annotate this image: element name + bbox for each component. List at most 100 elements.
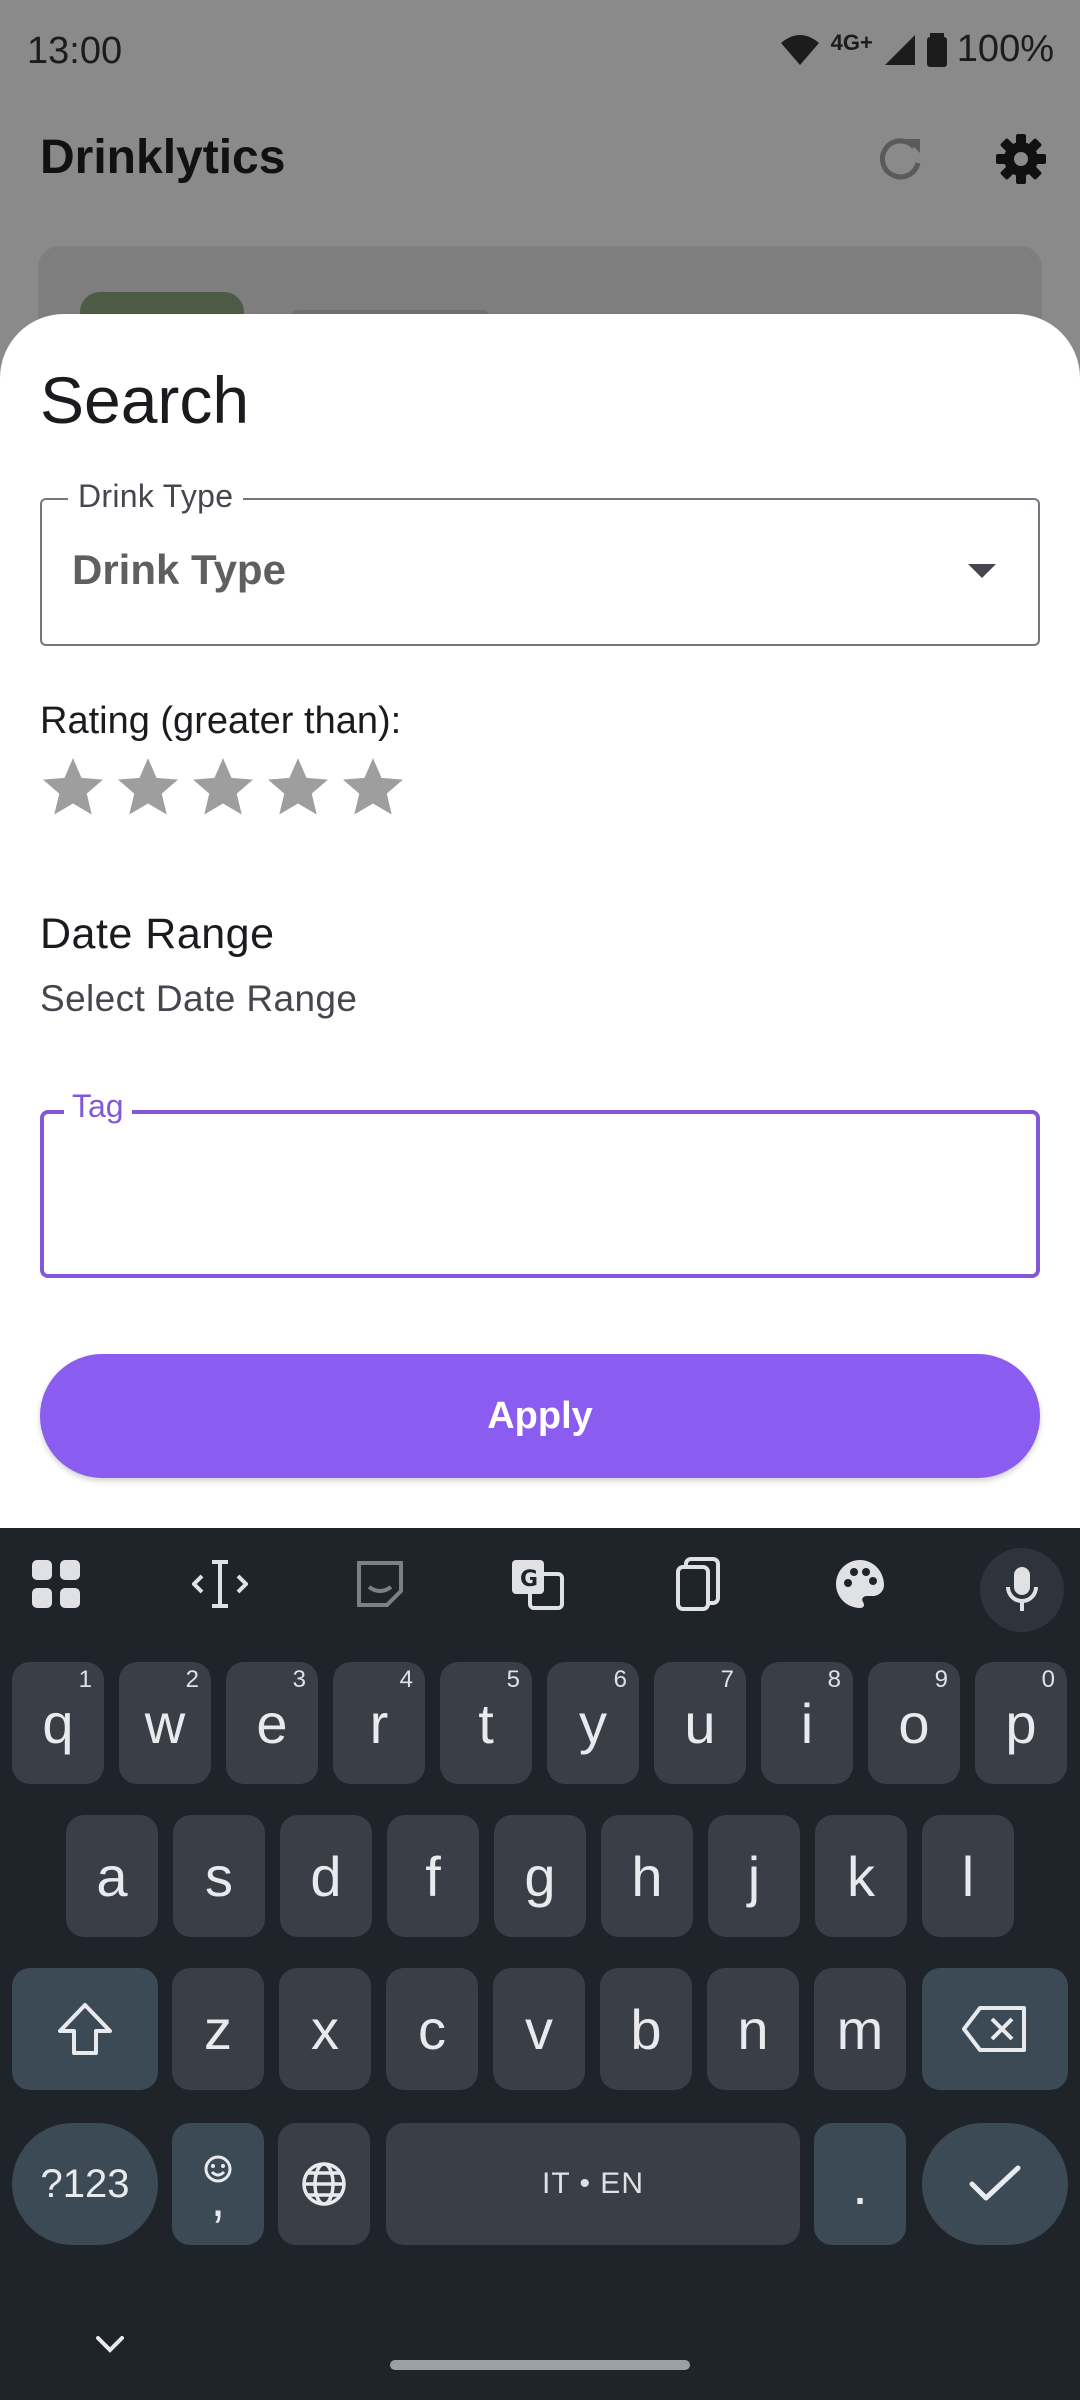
key-label: g bbox=[524, 1844, 556, 1908]
date-range-title[interactable]: Date Range bbox=[40, 910, 275, 959]
status-icons: 4G+ 100% bbox=[779, 28, 1054, 71]
battery-level: 100% bbox=[956, 28, 1054, 70]
key-hint: 6 bbox=[613, 1666, 627, 1693]
date-range-subtitle[interactable]: Select Date Range bbox=[40, 978, 357, 1020]
key-hint: 1 bbox=[78, 1666, 92, 1693]
key-l[interactable]: l bbox=[922, 1815, 1014, 1937]
star-icon-3[interactable] bbox=[190, 754, 256, 820]
key-label: m bbox=[836, 1997, 884, 2061]
gear-icon[interactable] bbox=[994, 132, 1048, 186]
on-screen-keyboard: G ?123 , IT • EN . q 1 w 2 e 3 r 4 t 5 y… bbox=[0, 1528, 1080, 2400]
key-hint: 8 bbox=[827, 1666, 841, 1693]
key-label: s bbox=[205, 1844, 233, 1908]
microphone-icon[interactable] bbox=[980, 1548, 1064, 1632]
key-o[interactable]: o9 bbox=[868, 1662, 960, 1784]
done-key[interactable] bbox=[922, 2123, 1068, 2245]
chevron-down-icon[interactable] bbox=[92, 2332, 128, 2356]
drink-type-dropdown[interactable]: Drink Type Drink Type bbox=[40, 478, 1040, 646]
key-v[interactable]: v bbox=[493, 1968, 585, 2090]
symbols-key[interactable]: ?123 bbox=[12, 2123, 158, 2245]
key-label: y bbox=[579, 1691, 607, 1755]
space-key[interactable]: IT • EN bbox=[386, 2123, 800, 2245]
sticker-icon[interactable] bbox=[350, 1554, 410, 1614]
key-u[interactable]: u7 bbox=[654, 1662, 746, 1784]
key-y[interactable]: y6 bbox=[547, 1662, 639, 1784]
key-f[interactable]: f bbox=[387, 1815, 479, 1937]
key-label: j bbox=[747, 1844, 761, 1908]
backspace-key[interactable] bbox=[922, 1968, 1068, 2090]
language-key[interactable] bbox=[278, 2123, 370, 2245]
drink-type-value: Drink Type bbox=[72, 546, 286, 593]
rating-label: Rating (greater than): bbox=[40, 700, 402, 742]
key-z[interactable]: z bbox=[172, 1968, 264, 2090]
key-label: h bbox=[631, 1844, 663, 1908]
check-icon bbox=[969, 2165, 1021, 2201]
key-label: l bbox=[961, 1844, 975, 1908]
key-i[interactable]: i8 bbox=[761, 1662, 853, 1784]
key-c[interactable]: c bbox=[386, 1968, 478, 2090]
gesture-nav-handle[interactable] bbox=[390, 2360, 690, 2370]
key-label: p bbox=[1005, 1691, 1037, 1755]
key-p[interactable]: p0 bbox=[975, 1662, 1067, 1784]
keyboard-toolbar: G bbox=[0, 1528, 1080, 1638]
space-key-label: IT • EN bbox=[542, 2167, 644, 2200]
screen: 13:00 4G+ 100% Drinklytics Search Drink … bbox=[0, 0, 1080, 2400]
refresh-icon[interactable] bbox=[874, 133, 926, 185]
key-label: b bbox=[630, 1997, 662, 2061]
star-icon-4[interactable] bbox=[265, 754, 331, 820]
translate-icon[interactable]: G bbox=[508, 1554, 568, 1614]
apply-button[interactable]: Apply bbox=[40, 1354, 1040, 1478]
key-t[interactable]: t5 bbox=[440, 1662, 532, 1784]
star-icon-5[interactable] bbox=[340, 754, 406, 820]
key-s[interactable]: s bbox=[173, 1815, 265, 1937]
text-cursor-icon[interactable] bbox=[190, 1554, 250, 1614]
dropdown-arrow-icon bbox=[968, 564, 996, 578]
key-hint: 9 bbox=[934, 1666, 948, 1693]
key-label: r bbox=[369, 1691, 389, 1755]
star-icon-1[interactable] bbox=[40, 754, 106, 820]
key-n[interactable]: n bbox=[707, 1968, 799, 2090]
key-d[interactable]: d bbox=[280, 1815, 372, 1937]
signal-icon bbox=[884, 34, 915, 65]
key-label: d bbox=[310, 1844, 342, 1908]
tag-label: Tag bbox=[64, 1088, 132, 1125]
key-label: z bbox=[204, 1997, 232, 2061]
key-q[interactable]: q1 bbox=[12, 1662, 104, 1784]
key-g[interactable]: g bbox=[494, 1815, 586, 1937]
shift-key[interactable] bbox=[12, 1968, 158, 2090]
key-h[interactable]: h bbox=[601, 1815, 693, 1937]
drink-type-label: Drink Type bbox=[68, 478, 244, 515]
svg-text:G: G bbox=[520, 1567, 538, 1592]
clipboard-icon[interactable] bbox=[668, 1554, 728, 1614]
globe-icon bbox=[302, 2162, 346, 2206]
network-type: 4G+ bbox=[830, 29, 873, 55]
key-x[interactable]: x bbox=[279, 1968, 371, 2090]
key-r[interactable]: r4 bbox=[333, 1662, 425, 1784]
key-label: k bbox=[847, 1844, 875, 1908]
status-time: 13:00 bbox=[27, 30, 123, 72]
palette-icon[interactable] bbox=[830, 1554, 890, 1614]
emoji-comma-key[interactable]: , bbox=[172, 2123, 264, 2245]
key-label: w bbox=[144, 1691, 186, 1755]
key-b[interactable]: b bbox=[600, 1968, 692, 2090]
sheet-title: Search bbox=[40, 363, 250, 437]
tag-input[interactable]: Tag bbox=[40, 1088, 1040, 1278]
key-hint: 5 bbox=[506, 1666, 520, 1693]
search-sheet: Search Drink Type Drink Type Rating (gre… bbox=[0, 314, 1080, 1534]
key-label: c bbox=[418, 1997, 446, 2061]
key-j[interactable]: j bbox=[708, 1815, 800, 1937]
key-label: e bbox=[256, 1691, 288, 1755]
key-e[interactable]: e3 bbox=[226, 1662, 318, 1784]
star-icon-2[interactable] bbox=[115, 754, 181, 820]
key-label: i bbox=[800, 1691, 814, 1755]
key-a[interactable]: a bbox=[66, 1815, 158, 1937]
key-m[interactable]: m bbox=[814, 1968, 906, 2090]
battery-icon bbox=[926, 32, 947, 67]
key-hint: 3 bbox=[292, 1666, 306, 1693]
key-w[interactable]: w2 bbox=[119, 1662, 211, 1784]
period-key[interactable]: . bbox=[814, 2123, 906, 2245]
apps-grid-icon[interactable] bbox=[26, 1554, 86, 1614]
key-k[interactable]: k bbox=[815, 1815, 907, 1937]
key-label: q bbox=[42, 1691, 74, 1755]
key-hint: 2 bbox=[185, 1666, 199, 1693]
